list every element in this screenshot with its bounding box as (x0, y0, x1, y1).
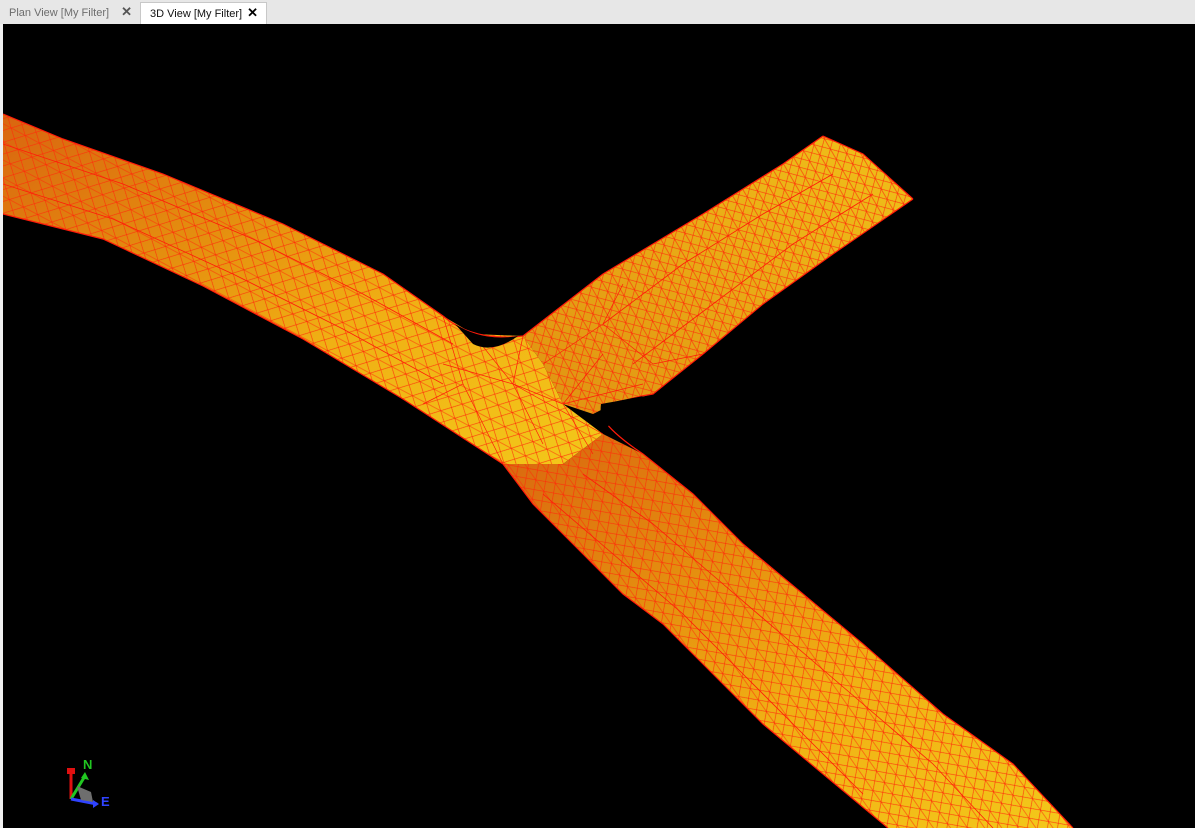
axis-east-label: E (101, 794, 110, 809)
tin-surface-render (3, 113, 1074, 828)
tab-plan-view[interactable]: Plan View [My Filter] ✕ (0, 2, 140, 24)
tab-3d-view-label: 3D View [My Filter] (150, 7, 243, 20)
3d-viewport[interactable]: N E (3, 24, 1195, 828)
tab-plan-view-label: Plan View [My Filter] (9, 7, 110, 19)
axis-indicator: N E (53, 754, 123, 814)
close-icon[interactable]: ✕ (121, 5, 132, 19)
document-tab-bar: Plan View [My Filter] ✕ 3D View [My Filt… (0, 0, 1195, 25)
tab-3d-view[interactable]: 3D View [My Filter] ✕ (140, 2, 267, 24)
close-icon[interactable]: ✕ (247, 6, 258, 20)
axis-north-label: N (83, 757, 93, 772)
